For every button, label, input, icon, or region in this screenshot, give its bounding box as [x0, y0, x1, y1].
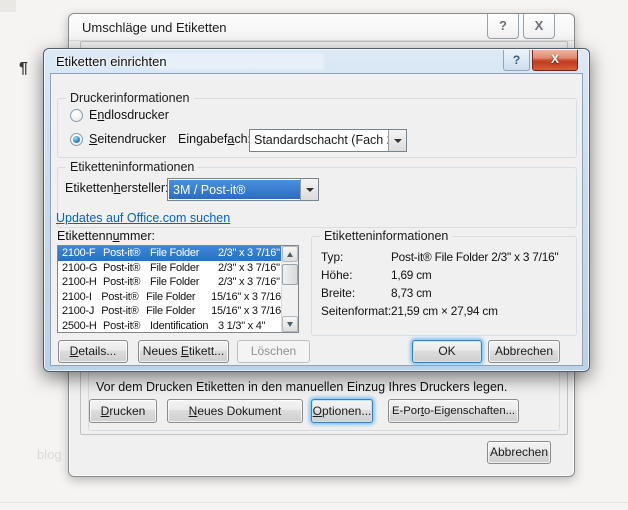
cancel-button[interactable]: Abbrechen — [488, 340, 560, 363]
scroll-up-icon — [287, 251, 293, 257]
vendor-combobox-dropdown-button[interactable] — [300, 179, 318, 200]
pilcrow-mark: ¶ — [19, 60, 28, 77]
label-number-listbox[interactable]: 2100-F Post-it® File Folder 2/3" x 3 7/16" … — [57, 245, 299, 333]
vendor-label: Etikettenhersteller: — [65, 181, 169, 195]
height-label: Höhe: — [321, 268, 353, 282]
label-details-group-title: Etiketteninformationen — [320, 229, 453, 243]
label-details-group: Etiketteninformationen Typ: Post-it® Fil… — [311, 229, 577, 336]
scroll-down-icon — [287, 321, 293, 327]
close-button[interactable]: X — [532, 50, 578, 71]
word-document-background: ¶ blog Umschläge und Etiketten ? X Vor d… — [0, 0, 628, 510]
feed-instruction-text: Vor dem Drucken Etiketten in den manuell… — [96, 380, 508, 394]
listbox-scrollbar[interactable] — [281, 246, 298, 332]
cancel-button-envelopes[interactable]: Abbrechen — [487, 441, 551, 464]
details-button[interactable]: Details... — [58, 340, 128, 363]
close-icon: X — [550, 52, 559, 66]
options-button[interactable]: Optionen... — [311, 399, 373, 423]
page-size-label: Seitenformat: — [321, 304, 392, 318]
list-item[interactable]: 2100-I Post-it® File Folder 15/16" x 3 7/16 — [58, 290, 281, 305]
tray-combobox-value: Standardschacht (Fach 2) — [254, 133, 388, 147]
close-icon: X — [534, 18, 544, 33]
type-label: Typ: — [321, 250, 344, 264]
page-size-value: 21,59 cm × 27,94 cm — [391, 304, 498, 318]
chevron-down-icon — [393, 138, 402, 143]
scroll-down-button[interactable] — [282, 316, 298, 332]
label-info-group-title: Etiketteninformationen — [66, 160, 199, 174]
tray-combobox[interactable]: Standardschacht (Fach 2) — [249, 129, 407, 152]
list-item[interactable]: 2100-F Post-it® File Folder 2/3" x 3 7/16" — [58, 246, 281, 261]
page-printer-radio[interactable] — [70, 133, 83, 146]
label-options-title: Etiketten einrichten — [56, 54, 167, 69]
help-button[interactable]: ? — [487, 14, 519, 39]
list-item[interactable]: 2100-G Post-it® File Folder 2/3" x 3 7/16" — [58, 261, 281, 276]
continuous-printer-label[interactable]: Endlosdrucker — [89, 108, 169, 122]
tray-label: Eingabefach: — [178, 132, 251, 146]
label-options-dialog: Etiketten einrichten ? X Druckerinformat… — [43, 48, 590, 372]
chevron-down-icon — [305, 187, 314, 192]
height-value: 1,69 cm — [391, 268, 432, 282]
width-label: Breite: — [321, 286, 356, 300]
page-printer-label[interactable]: Seitendrucker — [89, 132, 166, 146]
office-updates-link[interactable]: Updates auf Office.com suchen — [56, 211, 230, 225]
width-value: 8,73 cm — [391, 286, 432, 300]
list-item[interactable]: 2100-H Post-it® File Folder 2/3" x 3 7/16" — [58, 275, 281, 290]
titlebar-glass-reflection — [154, 53, 324, 70]
help-icon: ? — [499, 18, 507, 33]
close-button[interactable]: X — [523, 14, 555, 39]
list-item[interactable]: 2100-J Post-it® File Folder 15/16" x 3 7/16 — [58, 304, 281, 319]
printer-info-group-title: Druckerinformationen — [66, 91, 194, 105]
label-number-label: Etikettennummer: — [57, 229, 155, 243]
vendor-combobox[interactable]: 3M / Post-it® — [167, 178, 319, 201]
print-button[interactable]: Drucken — [89, 399, 157, 423]
continuous-printer-radio[interactable] — [70, 109, 83, 122]
vendor-combobox-value: 3M / Post-it® — [169, 180, 300, 199]
help-button[interactable]: ? — [503, 50, 530, 71]
label-options-client-area: Druckerinformationen Endlosdrucker Seite… — [50, 73, 583, 366]
delete-button: Löschen — [237, 340, 310, 363]
type-value: Post-it® File Folder 2/3" x 3 7/16" — [391, 250, 559, 264]
ok-button[interactable]: OK — [412, 340, 482, 363]
epostage-properties-button[interactable]: E-Porto-Eigenschaften... — [388, 399, 519, 423]
scrollbar-thumb[interactable] — [282, 264, 298, 285]
envelopes-dialog-title: Umschläge und Etiketten — [82, 20, 227, 35]
new-label-button[interactable]: Neues Etikett... — [138, 340, 229, 363]
scroll-up-button[interactable] — [282, 246, 298, 262]
document-corner — [0, 0, 16, 12]
new-document-button[interactable]: Neues Dokument — [167, 399, 303, 423]
watermark-text: blog — [37, 447, 62, 462]
page-divider — [0, 502, 628, 503]
list-item[interactable]: 2500-H Post-it® Identification 3 1/3" x 4" — [58, 319, 281, 332]
tray-combobox-dropdown-button[interactable] — [388, 130, 406, 151]
help-icon: ? — [512, 53, 521, 67]
